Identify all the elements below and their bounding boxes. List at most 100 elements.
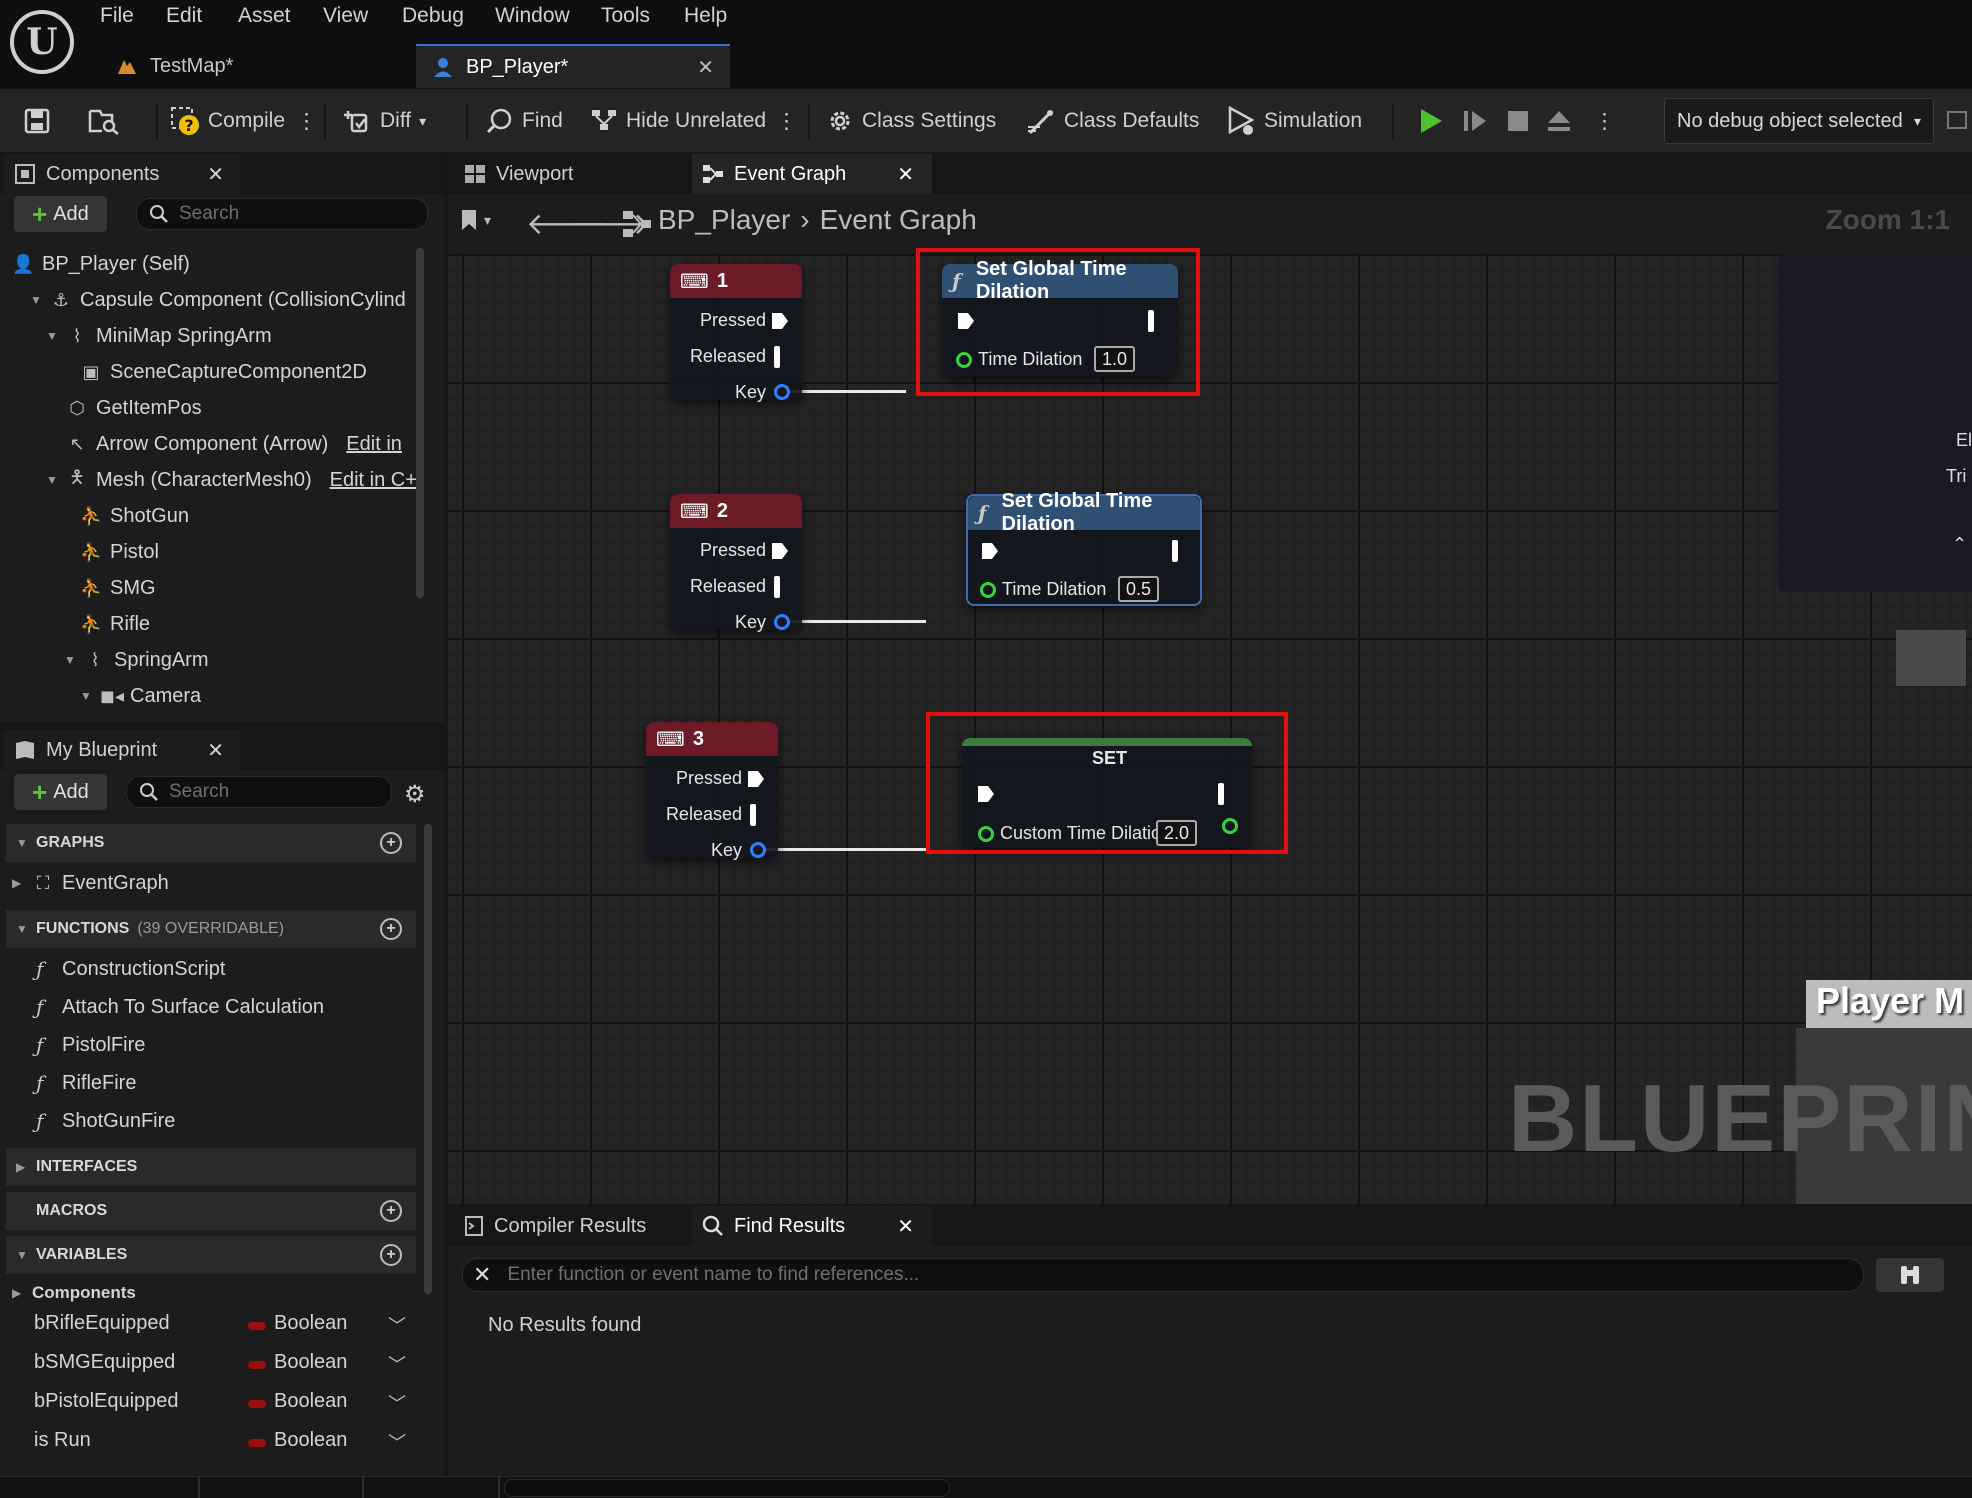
- tree-item-mesh[interactable]: ▼ 🯅 Mesh (CharacterMesh0) Edit in C+: [46, 462, 446, 498]
- expand-arrow-icon[interactable]: ▶: [12, 876, 24, 890]
- tab-my-blueprint[interactable]: My Blueprint ✕: [4, 730, 240, 770]
- browse-button[interactable]: [88, 101, 120, 141]
- add-variable-icon[interactable]: +: [380, 1244, 402, 1266]
- find-references-input[interactable]: ✕ Enter function or event name to find r…: [462, 1258, 1864, 1292]
- compile-button[interactable]: ? Compile: [170, 101, 285, 141]
- expand-arrow-icon[interactable]: ▼: [80, 689, 92, 703]
- stop-button[interactable]: [1506, 101, 1530, 141]
- console-command-input[interactable]: [504, 1479, 950, 1497]
- eye-closed-icon[interactable]: ﹀: [388, 1351, 406, 1377]
- close-icon[interactable]: ✕: [897, 1214, 914, 1239]
- my-blueprint-scrollbar[interactable]: [424, 824, 432, 1294]
- graphs-section-header[interactable]: ▼ GRAPHS +: [6, 824, 416, 862]
- float-pin-icon[interactable]: [980, 582, 996, 598]
- expand-arrow-icon[interactable]: ▼: [30, 293, 42, 307]
- tree-item-capsule[interactable]: ▼ ⚓ Capsule Component (CollisionCylind: [30, 282, 430, 318]
- tab-testmap[interactable]: TestMap*: [100, 44, 410, 88]
- menu-view[interactable]: View: [323, 4, 368, 28]
- gear-icon[interactable]: ⚙: [404, 780, 426, 809]
- menu-help[interactable]: Help: [684, 4, 727, 28]
- tab-viewport[interactable]: Viewport: [456, 154, 686, 194]
- hide-unrelated-button[interactable]: Hide Unrelated: [590, 101, 766, 141]
- function-item-constructionscript[interactable]: ƒ ConstructionScript: [36, 952, 426, 986]
- tree-item-getitempos[interactable]: ⬡ GetItemPos: [66, 390, 466, 426]
- collapsed-node[interactable]: [1896, 630, 1966, 686]
- eye-closed-icon[interactable]: ﹀: [388, 1390, 406, 1416]
- variables-section-header[interactable]: ▼ VARIABLES +: [6, 1236, 416, 1274]
- graph-options-icon[interactable]: ⋮: [776, 101, 797, 141]
- tree-item-rifle[interactable]: ⛹ Rifle: [80, 606, 480, 642]
- components-scrollbar[interactable]: [416, 248, 424, 598]
- tab-event-graph[interactable]: Event Graph ✕: [692, 154, 932, 194]
- diff-button[interactable]: Diff ▾: [342, 101, 426, 141]
- tab-components[interactable]: Components ✕: [4, 154, 240, 194]
- offscreen-node[interactable]: El Tri ⌃: [1778, 254, 1972, 592]
- close-icon[interactable]: ✕: [207, 738, 224, 763]
- expand-arrow-icon[interactable]: ▼: [46, 473, 58, 487]
- play-button[interactable]: [1418, 101, 1444, 141]
- exec-pin-icon[interactable]: [746, 769, 766, 789]
- play-options-icon[interactable]: ⋮: [1594, 101, 1615, 141]
- add-macro-icon[interactable]: +: [380, 1200, 402, 1222]
- eye-closed-icon[interactable]: ﹀: [388, 1429, 406, 1455]
- exec-pin-icon[interactable]: [774, 576, 780, 598]
- class-settings-button[interactable]: Class Settings: [826, 101, 996, 141]
- edit-in-link[interactable]: Edit in C+: [330, 469, 417, 492]
- tree-item-minimap-springarm[interactable]: ▼ ⌇ MiniMap SpringArm: [46, 318, 446, 354]
- interfaces-section-header[interactable]: ▶ INTERFACES: [6, 1148, 416, 1186]
- menu-tools[interactable]: Tools: [601, 4, 650, 28]
- more-toolbar-icon[interactable]: [1946, 101, 1972, 141]
- expand-arrow-icon[interactable]: ▶: [12, 1286, 24, 1300]
- add-graph-icon[interactable]: +: [380, 832, 402, 854]
- status-output-log[interactable]: [200, 1477, 364, 1498]
- compile-options-icon[interactable]: ⋮: [296, 101, 317, 141]
- exec-pin-icon[interactable]: [774, 346, 780, 368]
- exec-pin-icon[interactable]: [770, 541, 790, 561]
- debug-object-select[interactable]: No debug object selected ▾: [1664, 98, 1934, 144]
- find-button[interactable]: Find: [486, 101, 563, 141]
- menu-asset[interactable]: Asset: [238, 4, 291, 28]
- event-graph-canvas[interactable]: ▾ 🡐 🡒 BP_Player › Event Graph Zoom 1:1 E…: [448, 194, 1972, 1204]
- close-icon[interactable]: ✕: [897, 162, 914, 187]
- key-struct-pin-icon[interactable]: [774, 614, 790, 630]
- macros-section-header[interactable]: MACROS +: [6, 1192, 416, 1230]
- breadcrumb-root[interactable]: BP_Player: [658, 204, 790, 236]
- expand-arrow-icon[interactable]: ▼: [46, 329, 58, 343]
- status-cmd[interactable]: [364, 1477, 500, 1498]
- variable-row[interactable]: bPistolEquipped Boolean ﹀: [34, 1386, 424, 1420]
- exec-pin-icon[interactable]: [770, 311, 790, 331]
- simulation-button[interactable]: Simulation: [1226, 101, 1362, 141]
- expand-arrow-icon[interactable]: ▼: [64, 653, 76, 667]
- components-search-input[interactable]: Search: [136, 198, 428, 230]
- bookmark-button[interactable]: ▾: [460, 208, 491, 232]
- add-member-button[interactable]: + Add: [14, 774, 107, 810]
- menu-window[interactable]: Window: [495, 4, 570, 28]
- tree-item-bp-player[interactable]: 👤 BP_Player (Self): [12, 246, 412, 282]
- key-3-event-node[interactable]: ⌨ 3 Pressed Released Key: [646, 722, 778, 860]
- graph-item-eventgraph[interactable]: ▶ ⛶ EventGraph: [12, 866, 402, 900]
- exec-pin-icon[interactable]: [750, 804, 756, 826]
- function-item-shotgunfire[interactable]: ƒ ShotGunFire: [36, 1104, 426, 1138]
- variable-type[interactable]: Boolean: [274, 1429, 347, 1452]
- key-struct-pin-icon[interactable]: [774, 384, 790, 400]
- function-item-riflefire[interactable]: ƒ RifleFire: [36, 1066, 426, 1100]
- menu-debug[interactable]: Debug: [402, 4, 464, 28]
- add-component-button[interactable]: + Add: [14, 196, 107, 232]
- eye-closed-icon[interactable]: ﹀: [388, 1312, 406, 1338]
- eject-button[interactable]: [1546, 101, 1572, 141]
- unreal-logo-icon[interactable]: U: [10, 10, 74, 74]
- variables-group-components[interactable]: ▶ Components: [12, 1276, 402, 1310]
- close-icon[interactable]: ✕: [207, 162, 224, 187]
- key-1-event-node[interactable]: ⌨ 1 Pressed Released Key: [670, 264, 802, 402]
- menu-file[interactable]: File: [100, 4, 134, 28]
- function-item-attach[interactable]: ƒ Attach To Surface Calculation: [36, 990, 426, 1024]
- variable-type[interactable]: Boolean: [274, 1390, 347, 1413]
- tree-item-camera[interactable]: ▼ ◼◂ Camera: [80, 678, 480, 714]
- my-blueprint-search-input[interactable]: Search: [126, 776, 392, 808]
- key-2-event-node[interactable]: ⌨ 2 Pressed Released Key: [670, 494, 802, 632]
- breadcrumb-current[interactable]: Event Graph: [820, 204, 977, 236]
- exec-out-pin-icon[interactable]: [1172, 540, 1178, 562]
- variable-row[interactable]: is Run Boolean ﹀: [34, 1425, 424, 1459]
- key-struct-pin-icon[interactable]: [750, 842, 766, 858]
- tree-item-springarm[interactable]: ▼ ⌇ SpringArm: [64, 642, 464, 678]
